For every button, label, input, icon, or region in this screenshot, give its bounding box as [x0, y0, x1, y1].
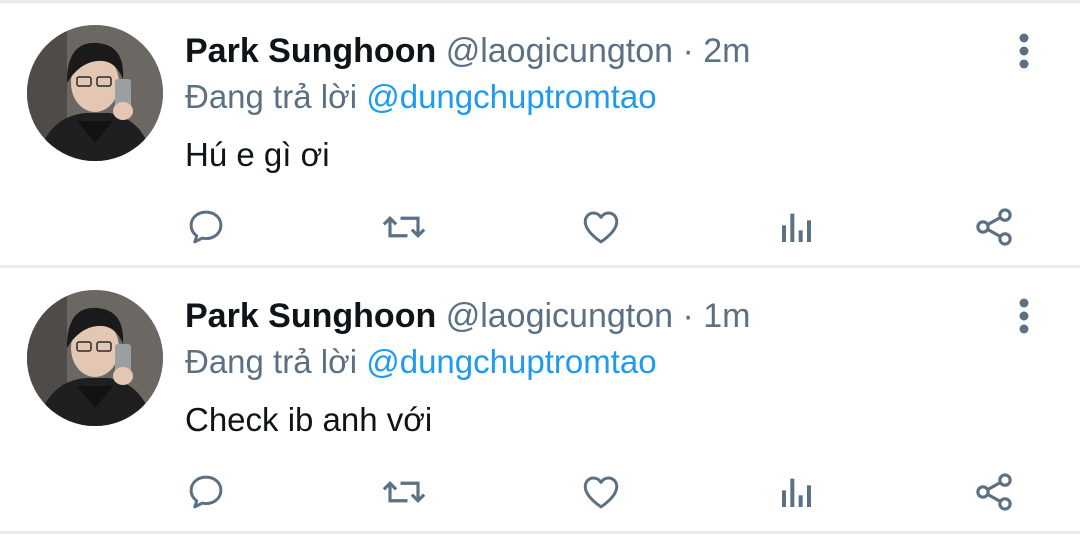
tweet-header: Park Sunghoon @laogicungton · 1m: [185, 294, 751, 338]
tweet-header: Park Sunghoon @laogicungton · 2m: [185, 29, 751, 73]
divider: [0, 531, 1080, 534]
author-handle[interactable]: @laogicungton: [446, 32, 673, 70]
avatar[interactable]: [27, 290, 163, 426]
like-icon[interactable]: [575, 466, 627, 518]
reply-prefix: Đang trả lời: [185, 343, 358, 380]
separator-dot: ·: [682, 32, 694, 70]
tweet[interactable]: Park Sunghoon @laogicungton · 1m Đang tr…: [0, 268, 1080, 530]
more-options-icon[interactable]: [1008, 31, 1040, 71]
more-options-icon[interactable]: [1008, 296, 1040, 336]
retweet-icon[interactable]: [378, 201, 430, 253]
share-icon[interactable]: [968, 201, 1020, 253]
reply-icon[interactable]: [180, 201, 232, 253]
author-handle[interactable]: @laogicungton: [446, 297, 673, 335]
analytics-icon[interactable]: [771, 466, 823, 518]
reply-mention-link[interactable]: @dungchuptromtao: [366, 343, 656, 380]
reply-prefix: Đang trả lời: [185, 78, 358, 115]
tweet-text: Check ib anh với: [185, 401, 433, 438]
separator-dot: ·: [682, 297, 694, 335]
action-bar: [0, 201, 1080, 253]
reply-icon[interactable]: [180, 466, 232, 518]
share-icon[interactable]: [968, 466, 1020, 518]
author-name[interactable]: Park Sunghoon: [185, 32, 436, 70]
tweet-feed: Park Sunghoon @laogicungton · 2m Đang tr…: [0, 0, 1080, 536]
retweet-icon[interactable]: [378, 466, 430, 518]
timestamp[interactable]: 2m: [703, 32, 750, 70]
like-icon[interactable]: [575, 201, 627, 253]
avatar[interactable]: [27, 25, 163, 161]
reply-mention-link[interactable]: @dungchuptromtao: [366, 78, 656, 115]
tweet[interactable]: Park Sunghoon @laogicungton · 2m Đang tr…: [0, 3, 1080, 265]
tweet-text: Hú e gì ơi: [185, 136, 330, 173]
reply-context: Đang trả lời @dungchuptromtao: [185, 340, 657, 384]
reply-context: Đang trả lời @dungchuptromtao: [185, 75, 657, 119]
timestamp[interactable]: 1m: [703, 297, 750, 335]
author-name[interactable]: Park Sunghoon: [185, 297, 436, 335]
analytics-icon[interactable]: [771, 201, 823, 253]
action-bar: [0, 466, 1080, 518]
